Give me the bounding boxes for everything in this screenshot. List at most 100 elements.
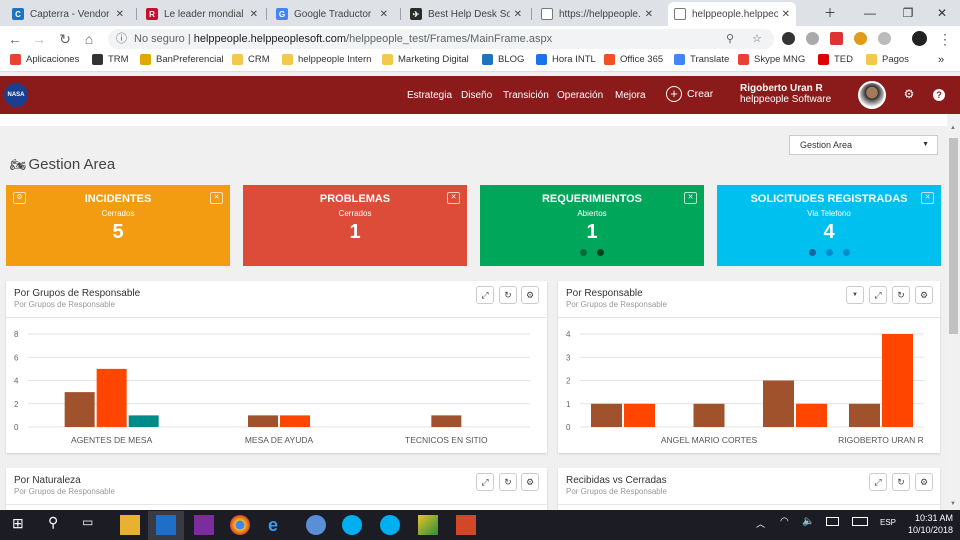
carousel-dot-active[interactable] — [808, 249, 816, 256]
bookmark-item[interactable]: Skype MNG — [738, 54, 805, 65]
area-select[interactable]: Gestion Area ▼ — [789, 135, 938, 155]
zoom-icon[interactable]: ⚲ — [726, 29, 734, 49]
wifi-icon[interactable]: ◠ — [780, 516, 789, 527]
browser-tab[interactable]: G Google Traductor ✕ — [270, 2, 394, 26]
user-info[interactable]: Rigoberto Uran R helppeople Software — [740, 83, 831, 105]
taskbar-clock[interactable]: 10:31 AM 10/10/2018 — [903, 512, 953, 536]
gear-icon[interactable]: ⚙ — [521, 473, 539, 491]
extension-icon[interactable] — [854, 32, 867, 45]
gear-icon[interactable]: ⚙ — [901, 87, 917, 101]
carousel-dots[interactable] — [480, 247, 704, 259]
help-icon[interactable]: ? — [933, 89, 945, 101]
refresh-icon[interactable]: ↻ — [892, 473, 910, 491]
menu-transicion[interactable]: Transición — [503, 90, 549, 101]
tab-close-icon[interactable]: ✕ — [514, 9, 522, 20]
card-incidentes[interactable]: ⚙ ✕ INCIDENTES Cerrados 5 — [6, 185, 230, 266]
windows-start-icon[interactable]: ⊞ — [12, 515, 32, 535]
kebab-menu-icon[interactable]: ⋮ — [936, 30, 954, 48]
skype-icon[interactable] — [342, 515, 362, 535]
card-problemas[interactable]: ✕ PROBLEMAS Cerrados 1 — [243, 185, 467, 266]
scrollbar-thumb[interactable] — [949, 138, 958, 334]
onenote-icon[interactable] — [194, 515, 214, 535]
browser-tab[interactable]: R Le leader mondial de ✕ — [140, 2, 264, 26]
extension-icon[interactable] — [878, 32, 891, 45]
maximize-button[interactable]: ❐ — [890, 0, 926, 26]
file-explorer-icon[interactable] — [120, 515, 140, 535]
dropdown-icon[interactable]: ▼ — [846, 286, 864, 304]
bookmark-item[interactable]: TED — [818, 54, 853, 65]
minimize-button[interactable]: — — [852, 0, 888, 26]
gear-icon[interactable]: ⚙ — [521, 286, 539, 304]
menu-estrategia[interactable]: Estrategia — [407, 90, 452, 101]
browser-tab[interactable]: helppeople.helppeop ✕ — [668, 2, 796, 26]
card-solicitudes[interactable]: ✕ SOLICITUDES REGISTRADAS Via Telefono 4 — [717, 185, 941, 266]
carousel-dot[interactable] — [842, 249, 850, 256]
bookmark-item[interactable]: CRM — [232, 54, 270, 65]
scroll-down-icon[interactable]: ▼ — [950, 501, 956, 507]
new-tab-button[interactable]: ＋ — [812, 0, 848, 26]
bookmark-item[interactable]: TRM — [92, 54, 129, 65]
bookmark-item[interactable]: BanPreferencial — [140, 54, 224, 65]
create-button[interactable]: + Crear — [666, 86, 713, 102]
bookmark-item[interactable]: Office 365 — [604, 54, 663, 65]
search-icon[interactable]: ⚲ — [48, 514, 68, 534]
extension-icon[interactable] — [806, 32, 819, 45]
back-icon[interactable]: ← — [6, 30, 24, 48]
carousel-dot-active[interactable] — [597, 249, 604, 256]
bookmark-star-icon[interactable]: ☆ — [752, 29, 762, 49]
refresh-icon[interactable]: ↻ — [499, 286, 517, 304]
bookmark-item[interactable]: Marketing Digital — [382, 54, 469, 65]
scroll-up-icon[interactable]: ▲ — [950, 125, 956, 131]
browser-tab[interactable]: C Capterra - Vendor Po ✕ — [6, 2, 130, 26]
card-requerimientos[interactable]: ✕ REQUERIMIENTOS Abiertos 1 — [480, 185, 704, 266]
skype-business-icon[interactable] — [380, 515, 400, 535]
task-view-icon[interactable]: ▭ — [82, 515, 102, 535]
tab-close-icon[interactable]: ✕ — [380, 9, 388, 20]
expand-icon[interactable]: ⤢ — [476, 286, 494, 304]
browser-tab[interactable]: https://helppeople.he ✕ — [535, 2, 659, 26]
app-icon[interactable] — [418, 515, 438, 535]
address-bar[interactable]: ⓘ No seguro | helppeople.helppeoplesoft.… — [108, 29, 774, 49]
gear-icon[interactable]: ⚙ — [915, 286, 933, 304]
gear-icon[interactable]: ⚙ — [13, 192, 26, 204]
menu-diseno[interactable]: Diseño — [461, 90, 492, 101]
bookmark-item[interactable]: BLOG — [482, 54, 524, 65]
tray-chevron-icon[interactable]: ︿ — [756, 517, 765, 530]
bookmark-item[interactable]: Hora INTL — [536, 54, 596, 65]
carousel-dot[interactable] — [825, 249, 833, 256]
chrome-icon[interactable] — [230, 515, 250, 535]
powerpoint-icon[interactable] — [456, 515, 476, 535]
bookmark-item[interactable]: Pagos — [866, 54, 909, 65]
language-label[interactable]: ESP — [880, 518, 896, 527]
bookmark-item[interactable]: Aplicaciones — [10, 54, 79, 65]
expand-icon[interactable]: ⤢ — [476, 473, 494, 491]
info-icon[interactable]: ⓘ — [116, 29, 127, 49]
tab-close-icon[interactable]: ✕ — [782, 9, 790, 20]
keyboard-icon[interactable] — [852, 517, 868, 526]
tab-close-icon[interactable]: ✕ — [645, 9, 653, 20]
close-icon[interactable]: ✕ — [447, 192, 460, 204]
expand-icon[interactable]: ⤢ — [869, 286, 887, 304]
close-window-button[interactable]: ✕ — [924, 0, 960, 26]
edge-icon[interactable]: e — [268, 515, 288, 535]
expand-icon[interactable]: ⤢ — [869, 473, 887, 491]
home-icon[interactable]: ⌂ — [80, 30, 98, 48]
network-app-icon[interactable] — [306, 515, 326, 535]
refresh-icon[interactable]: ↻ — [499, 473, 517, 491]
browser-tab[interactable]: ✈ Best Help Desk Softw ✕ — [404, 2, 528, 26]
bookmark-item[interactable]: helppeople Intern — [282, 54, 371, 65]
tab-close-icon[interactable]: ✕ — [116, 9, 124, 20]
refresh-icon[interactable]: ↻ — [892, 286, 910, 304]
bookmarks-overflow-icon[interactable]: » — [938, 54, 944, 66]
close-icon[interactable]: ✕ — [684, 192, 697, 204]
notification-icon[interactable] — [826, 517, 839, 526]
volume-icon[interactable]: 🔈 — [802, 516, 814, 527]
close-icon[interactable]: ✕ — [210, 192, 223, 204]
close-icon[interactable]: ✕ — [921, 192, 934, 204]
extension-icon[interactable] — [782, 32, 795, 45]
nasa-logo[interactable]: NASA — [4, 83, 28, 107]
profile-avatar-icon[interactable] — [912, 31, 927, 46]
outlook-icon[interactable] — [156, 515, 176, 535]
forward-icon[interactable]: → — [30, 30, 48, 48]
extension-icon[interactable] — [830, 32, 843, 45]
